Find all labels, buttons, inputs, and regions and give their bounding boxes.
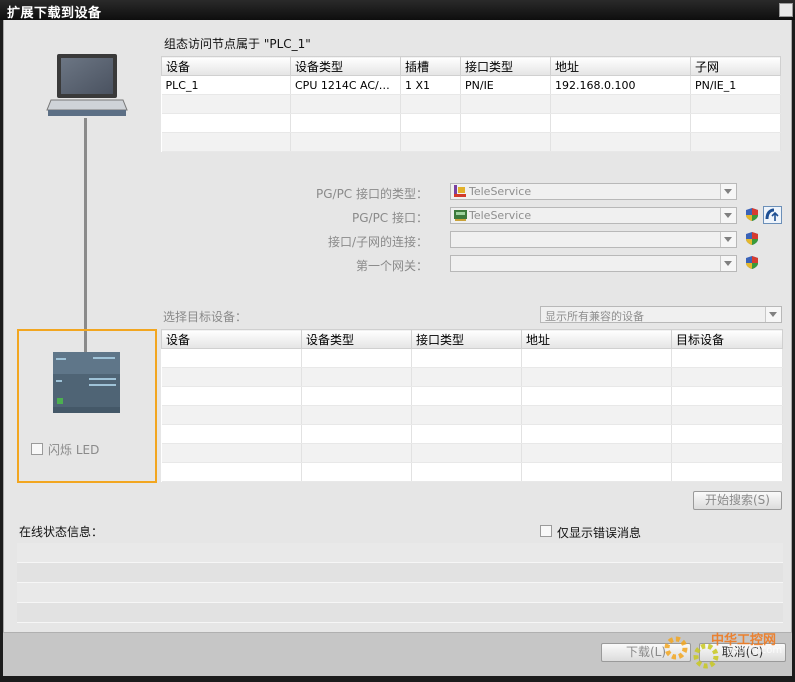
start-search-button[interactable]: 开始搜索(S) (693, 491, 782, 510)
taskbar-edge (0, 676, 795, 682)
close-button[interactable] (779, 3, 793, 17)
list-item (17, 563, 783, 583)
device-filter-value: 显示所有兼容的设备 (545, 310, 644, 323)
teleservice-type-icon (454, 185, 466, 197)
configured-nodes-heading: 组态访问节点属于 "PLC_1" (164, 35, 311, 52)
column-header-device-type: 设备类型 (301, 329, 412, 349)
connection-line (84, 118, 87, 354)
table-row (161, 367, 783, 387)
connect-online-button[interactable] (763, 206, 782, 224)
flash-led-checkbox[interactable] (31, 443, 43, 455)
flash-led-label: 闪烁 LED (48, 443, 100, 457)
online-status-list (17, 543, 783, 623)
cell-device-type: CPU 1214C AC/D... (290, 75, 401, 95)
chevron-down-icon[interactable] (720, 256, 736, 271)
watermark-url-text: gkong.com (727, 645, 783, 656)
plc-device-icon (53, 352, 120, 413)
cell-address: 192.168.0.100 (550, 75, 691, 95)
column-header-address: 地址 (550, 56, 691, 76)
column-header-slot: 插槽 (400, 56, 461, 76)
column-header-address: 地址 (521, 329, 672, 349)
online-status-heading: 在线状态信息： (19, 525, 104, 539)
chevron-down-icon[interactable] (720, 208, 736, 223)
table-row (161, 462, 783, 482)
window-title: 扩展下载到设备 (7, 6, 102, 21)
pgpc-interface-select[interactable]: TeleService (450, 207, 737, 224)
table-row (161, 348, 783, 368)
table-row (161, 424, 783, 444)
column-header-interface-type: 接口类型 (460, 56, 551, 76)
phone-connection-icon (765, 208, 779, 221)
subnet-properties-shield-icon[interactable] (745, 231, 759, 246)
first-gateway-label: 第一个网关： (355, 259, 428, 273)
pgpc-interface-type-value: TeleService (469, 185, 532, 198)
cell-interface-type: PN/IE (460, 75, 551, 95)
title-bar: 扩展下载到设备 (0, 0, 795, 21)
table-row (161, 132, 781, 152)
table-header-row: 设备 设备类型 插槽 接口类型 地址 子网 (161, 56, 781, 76)
list-item (17, 603, 783, 623)
chevron-down-icon[interactable] (765, 307, 781, 322)
network-card-icon (454, 210, 467, 221)
table-row (161, 94, 781, 114)
column-header-device: 设备 (161, 56, 291, 76)
column-header-device: 设备 (161, 329, 302, 349)
column-header-interface-type: 接口类型 (411, 329, 522, 349)
configured-nodes-heading-prefix: 组态访问节点属于 (164, 37, 264, 51)
column-header-subnet: 子网 (690, 56, 781, 76)
column-header-device-type: 设备类型 (290, 56, 401, 76)
configured-devices-table: 设备 设备类型 插槽 接口类型 地址 子网 PLC_1 CPU 1214C AC… (161, 56, 781, 152)
cell-device: PLC_1 (161, 75, 291, 95)
list-item (17, 583, 783, 603)
pgpc-computer-icon (46, 54, 128, 116)
table-row (161, 113, 781, 133)
compatible-devices-table: 设备 设备类型 接口类型 地址 目标设备 (161, 329, 783, 482)
table-row (161, 405, 783, 425)
table-row (161, 443, 783, 463)
pgpc-interface-value: TeleService (469, 209, 532, 222)
cell-slot: 1 X1 (400, 75, 461, 95)
pgpc-interface-type-label: PG/PC 接口的类型： (315, 187, 428, 201)
pgpc-interface-type-select[interactable]: TeleService (450, 183, 737, 200)
gateway-properties-shield-icon[interactable] (745, 255, 759, 270)
table-row[interactable]: PLC_1 CPU 1214C AC/D... 1 X1 PN/IE 192.1… (161, 75, 781, 95)
chevron-down-icon[interactable] (720, 232, 736, 247)
pgpc-interface-label: PG/PC 接口： (351, 211, 428, 225)
chevron-down-icon[interactable] (720, 184, 736, 199)
column-header-target-device: 目标设备 (671, 329, 783, 349)
select-target-device-label: 选择目标设备： (163, 310, 248, 324)
table-header-row: 设备 设备类型 接口类型 地址 目标设备 (161, 329, 783, 349)
first-gateway-select[interactable] (450, 255, 737, 272)
table-row (161, 386, 783, 406)
configured-nodes-heading-device: "PLC_1" (263, 37, 311, 51)
list-item (17, 543, 783, 563)
cell-subnet: PN/IE_1 (690, 75, 781, 95)
device-filter-select[interactable]: 显示所有兼容的设备 (540, 306, 782, 323)
subnet-connection-label: 接口/子网的连接： (327, 235, 428, 249)
interface-properties-shield-icon[interactable] (745, 207, 759, 222)
only-errors-label: 仅显示错误消息 (557, 526, 642, 540)
only-errors-checkbox[interactable] (540, 525, 552, 537)
subnet-connection-select[interactable] (450, 231, 737, 248)
